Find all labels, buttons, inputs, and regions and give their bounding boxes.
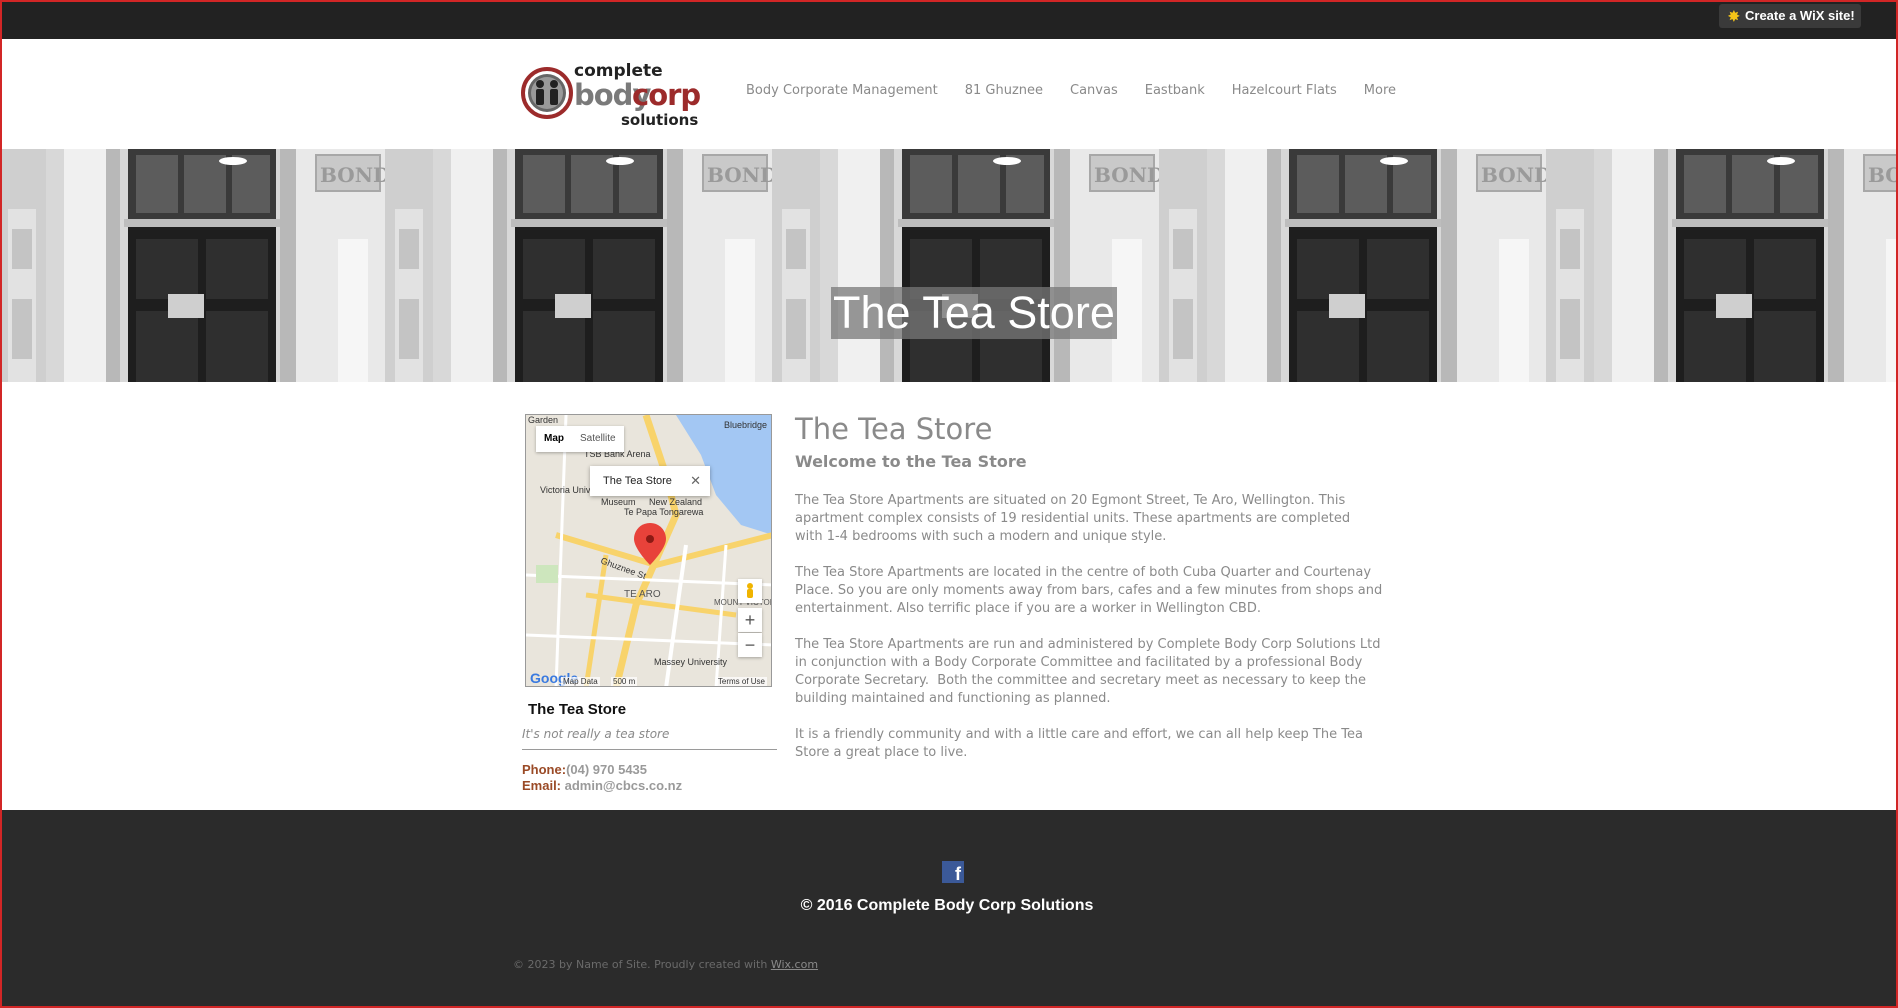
- logo-text-corp: corp: [632, 78, 701, 112]
- map-label-museum: Museum: [601, 497, 636, 507]
- footer-credit: © 2023 by Name of Site. Proudly created …: [513, 958, 818, 971]
- main-nav: Body Corporate Management 81 Ghuznee Can…: [746, 83, 1423, 98]
- contact-phone: Phone:(04) 970 5435: [522, 762, 647, 777]
- nav-item-canvas[interactable]: Canvas: [1070, 83, 1118, 98]
- contact-email: Email: admin@cbcs.co.nz: [522, 778, 682, 793]
- site-header: complete body corp solutions Body Corpor…: [2, 39, 1896, 149]
- nav-item-eastbank[interactable]: Eastbank: [1145, 83, 1205, 98]
- article-body: The Tea Store Apartments are situated on…: [795, 492, 1395, 780]
- logo-text-solutions: solutions: [621, 111, 699, 129]
- map-type-tabs: Map Satellite: [536, 426, 624, 452]
- nav-item-81-ghuznee[interactable]: 81 Ghuznee: [965, 83, 1043, 98]
- map-info-title: The Tea Store: [603, 475, 672, 487]
- article-paragraph: It is a friendly community and with a li…: [795, 727, 1363, 760]
- footer-copyright: © 2016 Complete Body Corp Solutions: [800, 897, 1094, 914]
- logo-emblem-icon: [521, 67, 573, 119]
- footer-credit-text: © 2023 by Name of Site. Proudly created …: [513, 958, 771, 971]
- phone-value[interactable]: (04) 970 5435: [566, 762, 647, 777]
- page-frame: ✸ Create a WiX site! complete body corp …: [0, 0, 1898, 1008]
- phone-label: Phone:: [522, 762, 567, 777]
- map-label-new-zealand: New Zealand: [649, 497, 702, 507]
- map-footer: Google Map Data 500 m Terms of Use: [526, 670, 771, 686]
- map-label-te-aro: TE ARO: [624, 589, 661, 600]
- zoom-in-button[interactable]: +: [738, 608, 762, 632]
- article-paragraph: The Tea Store Apartments are located in …: [795, 565, 1383, 616]
- map-label-garden: Garden: [528, 415, 558, 425]
- place-subtitle: It's not really a tea store: [522, 727, 670, 741]
- hero-background-image: BOND: [2, 149, 1896, 382]
- zoom-out-button[interactable]: −: [738, 633, 762, 657]
- wix-banner: ✸ Create a WiX site!: [2, 2, 1896, 39]
- article-title: The Tea Store: [795, 412, 993, 446]
- create-wix-site-button[interactable]: ✸ Create a WiX site!: [1719, 4, 1861, 28]
- google-map[interactable]: Bluebridge TSB Bank Arena Victoria Unive…: [525, 414, 772, 687]
- hero-banner: BOND The Tea Store: [2, 149, 1896, 382]
- create-wix-site-label: Create a WiX site!: [1745, 8, 1855, 23]
- facebook-icon[interactable]: f: [942, 861, 964, 884]
- site-footer: f © 2016 Complete Body Corp Solutions © …: [2, 810, 1896, 1006]
- map-tiles: Bluebridge TSB Bank Arena Victoria Unive…: [526, 415, 771, 686]
- wix-link[interactable]: Wix.com: [771, 958, 818, 971]
- article-paragraph: The Tea Store Apartments are run and adm…: [795, 637, 1381, 706]
- map-label-te-papa: Te Papa Tongarewa: [624, 507, 703, 517]
- map-info-window: The Tea Store ✕: [590, 466, 710, 496]
- map-tab-satellite[interactable]: Satellite: [572, 426, 624, 452]
- nav-item-more[interactable]: More: [1364, 83, 1396, 98]
- map-terms-link[interactable]: Terms of Use: [715, 677, 767, 686]
- divider: [522, 749, 777, 750]
- street-view-pegman-icon[interactable]: [738, 579, 762, 603]
- email-link[interactable]: admin@cbcs.co.nz: [565, 778, 682, 793]
- email-label: Email:: [522, 778, 562, 793]
- close-icon[interactable]: ✕: [690, 466, 701, 496]
- site-logo[interactable]: complete body corp solutions: [521, 61, 701, 131]
- place-title: The Tea Store: [528, 701, 627, 718]
- article-subtitle: Welcome to the Tea Store: [795, 452, 1027, 471]
- hero-title: The Tea Store: [831, 287, 1117, 339]
- nav-item-hazelcourt-flats[interactable]: Hazelcourt Flats: [1232, 83, 1337, 98]
- map-scale: 500 m: [611, 677, 638, 686]
- map-tab-map[interactable]: Map: [536, 426, 572, 452]
- article-paragraph: The Tea Store Apartments are situated on…: [795, 493, 1351, 544]
- map-label-bluebridge: Bluebridge: [724, 420, 767, 430]
- nav-item-body-corporate-management[interactable]: Body Corporate Management: [746, 83, 938, 98]
- map-data-link[interactable]: Map Data: [561, 677, 600, 686]
- star-icon: ✸: [1728, 8, 1740, 24]
- map-label-massey: Massey University: [654, 657, 728, 667]
